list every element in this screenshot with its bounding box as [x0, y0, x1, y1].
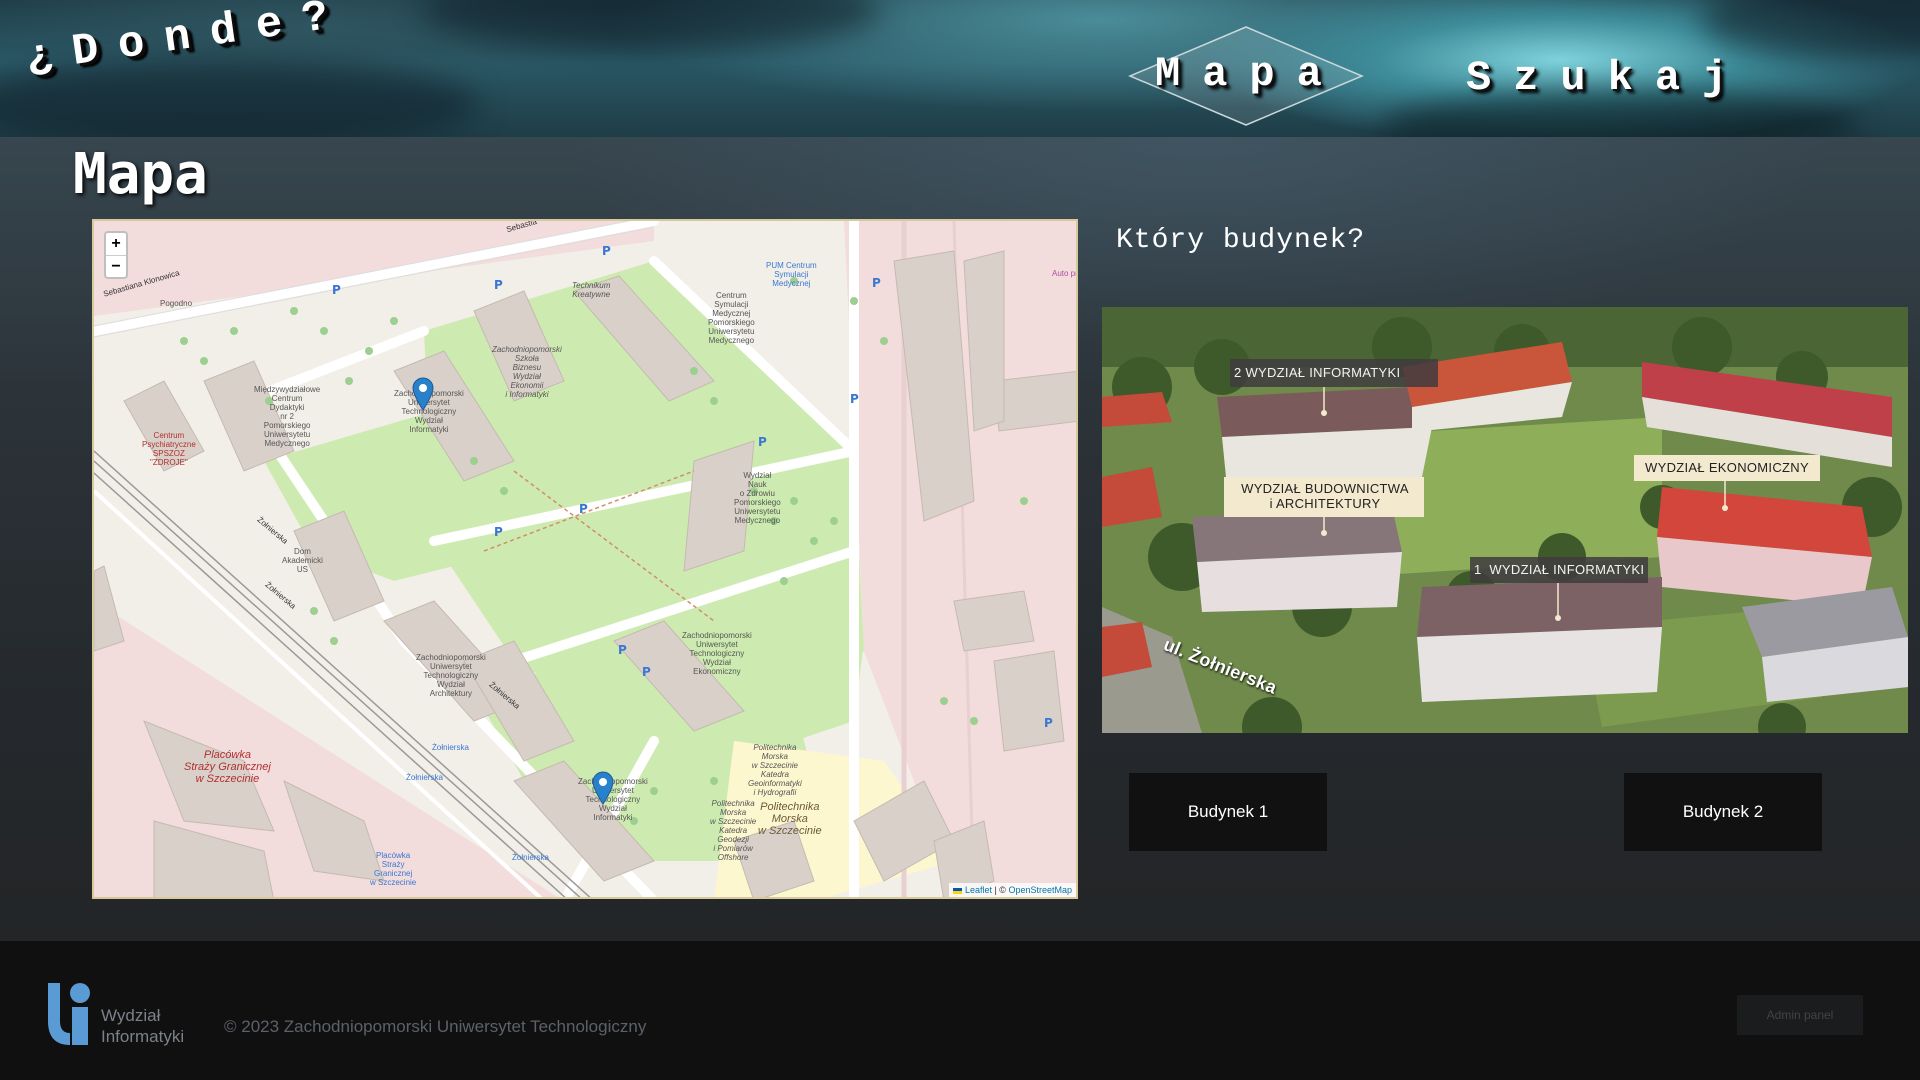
map-marker-icon[interactable] [592, 771, 614, 805]
map-label-building: Zachodniopomorski Uniwersytet Technologi… [416, 653, 486, 698]
map-label-building: Międzywydziałowe Centrum Dydaktyki nr 2 … [254, 385, 321, 448]
map-label-building: Zachodniopomorski Szkoła Biznesu Wydział… [492, 345, 562, 399]
cloud-decoration [1700, 0, 1920, 60]
building-question: Który budynek? [1116, 225, 1366, 256]
parking-icon: P [618, 643, 627, 657]
map-label-building: Zachodniopomorski Uniwersytet Technologi… [682, 631, 752, 676]
map-label-building: Politechnika Morska w Szczecinie Katedra… [748, 743, 802, 797]
zoom-in-button[interactable]: + [106, 233, 126, 255]
map-label-place: Placówka Straży Granicznej w Szczecinie [184, 749, 271, 785]
leaflet-link[interactable]: Leaflet [965, 885, 992, 895]
campus-map[interactable]: P P P P P P P P P P P Sebastiana Klonowi… [92, 219, 1078, 899]
map-label-place: Auto pm [1052, 269, 1076, 278]
parking-icon: P [602, 244, 611, 258]
budynek-2-button[interactable]: Budynek 2 [1624, 773, 1822, 851]
openstreetmap-link[interactable]: OpenStreetMap [1008, 885, 1072, 895]
map-label-building: Centrum Symulacji Medycznej Pomorskiego … [708, 291, 755, 345]
parking-icon: P [494, 525, 503, 539]
logo-line-2: Informatyki [101, 1027, 185, 1046]
main-content: Mapa P P P P P P P P P P P Sebastiana Kl… [0, 137, 1920, 941]
parking-icon: P [579, 502, 588, 516]
footer-logo-text: Wydział Informatyki [101, 1005, 184, 1047]
nav-link-szukaj[interactable]: Szukaj [1466, 54, 1749, 102]
map-label-building: Centrum Psychiatryczne SPSZOZ "ZDROJE" [142, 431, 196, 467]
map-label-stop: Żołnierska [432, 743, 469, 752]
page-title: Mapa [73, 142, 208, 207]
map-attribution: Leaflet | © OpenStreetMap [949, 883, 1076, 897]
photo-label-wydzial-budownictwa: WYDZIAŁ BUDOWNICTWA i ARCHITEKTURY [1241, 481, 1409, 511]
parking-icon: P [332, 283, 341, 297]
ukraine-flag-icon [953, 887, 963, 894]
copyright-text: © 2023 Zachodniopomorski Uniwersytet Tec… [224, 1017, 647, 1036]
map-label-building: Dom Akademicki US [282, 547, 323, 574]
nav-link-mapa[interactable]: Mapa [1155, 50, 1344, 98]
map-label-stop: Żołnierska [406, 773, 443, 782]
logo-line-1: Wydział [101, 1006, 161, 1025]
parking-icon: P [1044, 716, 1053, 730]
zoom-control: + − [104, 231, 128, 279]
photo-label-wydzial-informatyki-2: 2 WYDZIAŁ INFORMATYKI [1234, 365, 1401, 380]
map-label-building: Politechnika Morska w Szczecinie Katedra… [710, 799, 757, 862]
parking-icon: P [872, 276, 881, 290]
budynek-1-button[interactable]: Budynek 1 [1129, 773, 1327, 851]
cloud-decoration [420, 0, 880, 50]
map-label-building: Technikum Kreatywne [572, 281, 611, 299]
map-label: Pogodno [160, 299, 193, 308]
photo-label-wydzial-ekonomiczny: WYDZIAŁ EKONOMICZNY [1645, 460, 1809, 475]
parking-icon: P [494, 278, 503, 292]
map-label-building: PUM Centrum Symulacji Medycznej [766, 261, 817, 288]
attribution-separator: | © [991, 885, 1009, 895]
admin-panel-button[interactable]: Admin panel [1737, 995, 1863, 1035]
site-footer: Wydział Informatyki © 2023 Zachodniopomo… [0, 941, 1920, 1080]
map-label-building: Wydział Nauk o Zdrowiu Pomorskiego Uniwe… [734, 471, 781, 525]
parking-icon: P [642, 665, 651, 679]
parking-icon: P [850, 392, 859, 406]
campus-aerial-photo: 2 WYDZIAŁ INFORMATYKI WYDZIAŁ BUDOWNICTW… [1102, 307, 1908, 733]
parking-icon: P [758, 435, 767, 449]
map-marker-icon[interactable] [412, 377, 434, 411]
photo-label-wydzial-informatyki-1: 1 WYDZIAŁ INFORMATYKI [1474, 562, 1645, 577]
map-label-place: Placówka Straży Granicznej w Szczecinie [370, 851, 417, 887]
zoom-out-button[interactable]: − [106, 255, 126, 277]
site-header: ¿Donde? Mapa Szukaj [0, 0, 1920, 137]
wi-logo-icon[interactable] [46, 981, 94, 1047]
map-label-stop: Żołnierska [512, 853, 549, 862]
map-label-place: Politechnika Morska w Szczecinie [758, 801, 822, 837]
